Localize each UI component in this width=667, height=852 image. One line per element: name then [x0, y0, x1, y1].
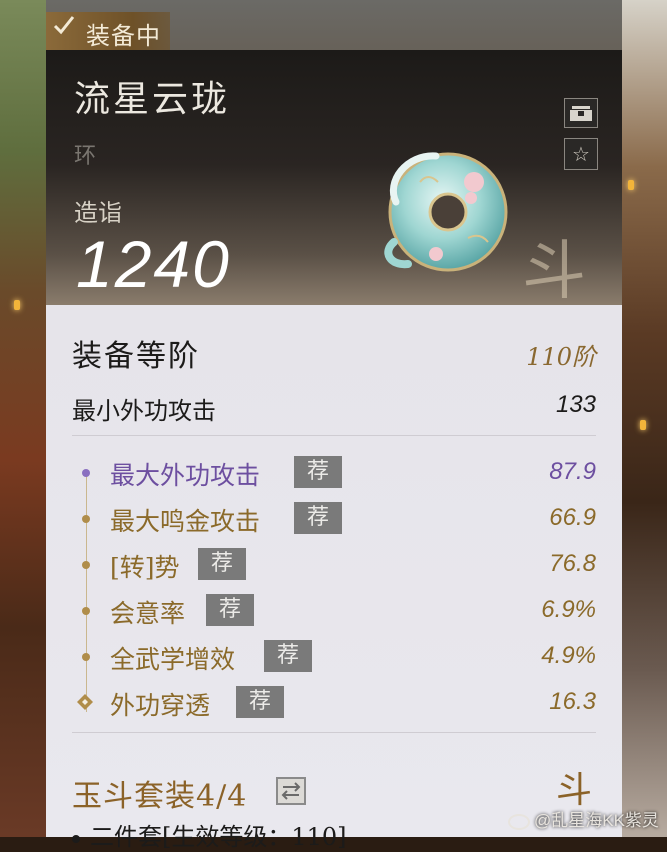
recommend-badge: 荐 [294, 502, 342, 534]
source-credit: @乱星海KK紫灵 [508, 806, 659, 831]
stat-name: 全武学增效 [110, 645, 236, 674]
set-bonus-text: 二件套[生效等级：110] [90, 823, 347, 851]
stat-value: 16.3 [549, 688, 596, 715]
stat-value: 6.9% [541, 596, 596, 623]
stat-value: 66.9 [549, 504, 596, 531]
stat-bullet [82, 561, 90, 569]
chest-icon [570, 105, 592, 121]
equip-tier-label: 装备等阶 [72, 339, 200, 374]
stat-name: [转]势 [110, 553, 180, 582]
equipped-label: 装备中 [86, 22, 161, 50]
min-attack-label: 最小外功攻击 [72, 397, 216, 425]
stat-bullet [82, 469, 90, 477]
item-type: 环 [74, 144, 97, 169]
storage-chest-button[interactable] [564, 98, 598, 128]
stat-name: 外功穿透 [110, 691, 211, 720]
score-value: 1240 [76, 227, 231, 301]
star-icon: ☆ [572, 142, 590, 166]
check-icon [53, 16, 75, 35]
credit-text: @乱星海KK紫灵 [534, 811, 659, 830]
swap-set-button[interactable] [276, 777, 306, 805]
recommend-badge: 荐 [264, 640, 312, 672]
stat-row: 外功穿透 荐 16.3 [46, 686, 622, 720]
jade-ring-icon [384, 152, 508, 272]
stat-name: 会意率 [110, 599, 186, 628]
stat-row: 最大外功攻击 荐 87.9 [46, 456, 622, 490]
lantern-light [640, 420, 646, 430]
item-stats-panel: 装备等阶 110阶 最小外功攻击 133 最大外功攻击 荐 87.9 最大鸣金攻… [46, 305, 622, 851]
min-attack-value: 133 [555, 391, 596, 418]
recommend-badge: 荐 [294, 456, 342, 488]
watermark-glyph: 斗 [522, 235, 586, 309]
equipped-tag: 装备中 [46, 12, 170, 50]
recommend-badge: 荐 [206, 594, 254, 626]
stat-row: 会意率 荐 6.9% [46, 594, 622, 628]
stat-row: [转]势 荐 76.8 [46, 548, 622, 582]
divider [72, 435, 596, 436]
recommend-badge: 荐 [198, 548, 246, 580]
lantern-light [628, 180, 634, 190]
item-tooltip-card: 装备中 流星云珑 环 造诣 1240 ☆ 斗 装备等阶 110阶 最小外功攻击 … [46, 12, 622, 851]
item-name: 流星云珑 [74, 79, 231, 120]
recommend-badge: 荐 [236, 686, 284, 718]
item-header: 流星云珑 环 造诣 1240 ☆ 斗 [46, 50, 622, 309]
diamond-bullet-icon [77, 694, 93, 710]
background-left-scenery [0, 0, 46, 837]
lantern-light [14, 300, 20, 310]
weibo-icon [508, 813, 530, 830]
divider [72, 732, 596, 733]
stat-bullet [82, 653, 90, 661]
stat-row: 全武学增效 荐 4.9% [46, 640, 622, 674]
equip-tier-value: 110阶 [526, 343, 596, 371]
stat-bullet [82, 515, 90, 523]
stat-value: 4.9% [541, 642, 596, 669]
score-label: 造诣 [74, 199, 122, 227]
set-title: 玉斗套装4/4 [72, 779, 248, 814]
stat-name: 最大鸣金攻击 [110, 507, 261, 536]
favorite-button[interactable]: ☆ [564, 138, 598, 170]
set-bullet [72, 834, 80, 843]
background-right-scenery [622, 0, 667, 837]
stat-value: 87.9 [549, 458, 596, 485]
stat-row: 最大鸣金攻击 荐 66.9 [46, 502, 622, 536]
stat-value: 76.8 [549, 550, 596, 577]
stat-name: 最大外功攻击 [110, 461, 261, 490]
stat-bullet [82, 607, 90, 615]
set-bonus-line: 二件套[生效等级：110] [72, 817, 347, 852]
swap-icon [281, 782, 301, 800]
